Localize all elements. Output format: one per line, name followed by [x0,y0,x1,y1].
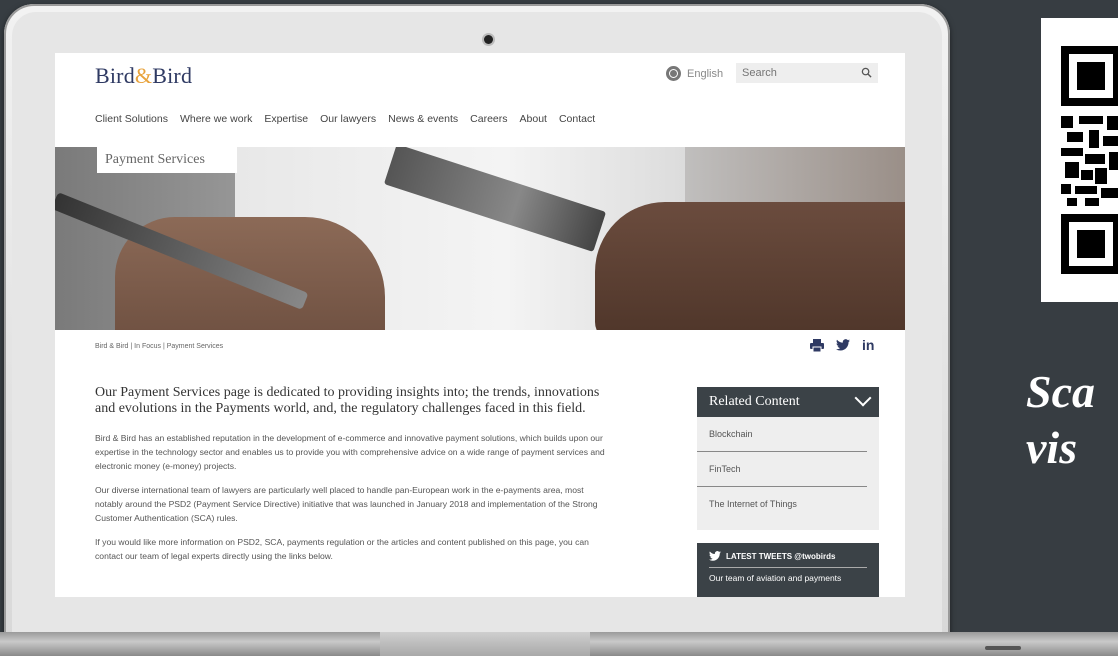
globe-icon [666,66,681,81]
nav-about[interactable]: About [520,113,547,125]
related-link-fintech[interactable]: FinTech [697,452,867,487]
qr-code[interactable] [1041,18,1118,302]
laptop-base [0,632,1118,656]
laptop-hinge [380,632,590,656]
language-label: English [687,67,724,80]
chevron-down-icon [854,389,872,407]
breadcrumb[interactable]: Bird & Bird | In Focus | Payment Service… [95,343,223,350]
nav-expertise[interactable]: Expertise [264,113,308,125]
nav-contact[interactable]: Contact [559,113,595,125]
twitter-icon [709,551,721,561]
latest-tweets-panel: LATEST TWEETS @twobirds Our team of avia… [697,543,879,597]
page-title: Payment Services [97,147,237,173]
logo-word-1: Bird [95,63,135,88]
related-content-panel: Related Content Blockchain FinTech The I… [697,387,879,530]
search-box[interactable] [736,63,878,83]
search-icon[interactable] [861,67,872,78]
twitter-icon[interactable] [836,339,850,351]
article-lede: Our Payment Services page is dedicated t… [95,385,600,416]
webcam [484,35,493,44]
tweet-text[interactable]: Our team of aviation and payments [709,573,867,584]
nav-news-events[interactable]: News & events [388,113,458,125]
related-link-blockchain[interactable]: Blockchain [697,417,867,452]
scan-text-line-2: vis [1026,422,1078,473]
main-nav: Client Solutions Where we work Expertise… [95,113,595,125]
tweets-title: LATEST TWEETS @twobirds [726,551,836,561]
article-body: Our Payment Services page is dedicated t… [95,385,605,573]
browser-screen: Bird&Bird English Client Solutions Where… [55,53,905,597]
article-paragraph: Bird & Bird has an established reputatio… [95,433,605,471]
qr-code-graphic [1041,18,1118,302]
hero-image: Payment Services [55,147,905,330]
related-content-title: Related Content [709,394,800,409]
nav-client-solutions[interactable]: Client Solutions [95,113,168,125]
site-logo[interactable]: Bird&Bird [95,63,192,89]
article-paragraph: Our diverse international team of lawyer… [95,485,598,523]
language-selector[interactable]: English [666,66,723,81]
scan-to-visit-text: Sca vis [1026,364,1095,476]
share-tools: in [810,337,874,353]
nav-careers[interactable]: Careers [470,113,507,125]
related-link-iot[interactable]: The Internet of Things [697,487,867,521]
related-content-toggle[interactable]: Related Content [697,387,879,417]
scan-text-line-1: Sca [1026,366,1095,417]
laptop-indicator [985,646,1021,650]
nav-where-we-work[interactable]: Where we work [180,113,252,125]
linkedin-icon[interactable]: in [862,337,874,353]
article-paragraph: If you would like more information on PS… [95,537,589,561]
tweets-header[interactable]: LATEST TWEETS @twobirds [709,551,867,568]
print-icon[interactable] [810,338,824,352]
hero-right-hand-shape [595,202,905,330]
logo-ampersand: & [134,63,153,88]
site-header: Bird&Bird English Client Solutions Where… [55,53,905,147]
search-input[interactable] [736,66,854,80]
nav-our-lawyers[interactable]: Our lawyers [320,113,376,125]
logo-word-2: Bird [152,63,193,88]
